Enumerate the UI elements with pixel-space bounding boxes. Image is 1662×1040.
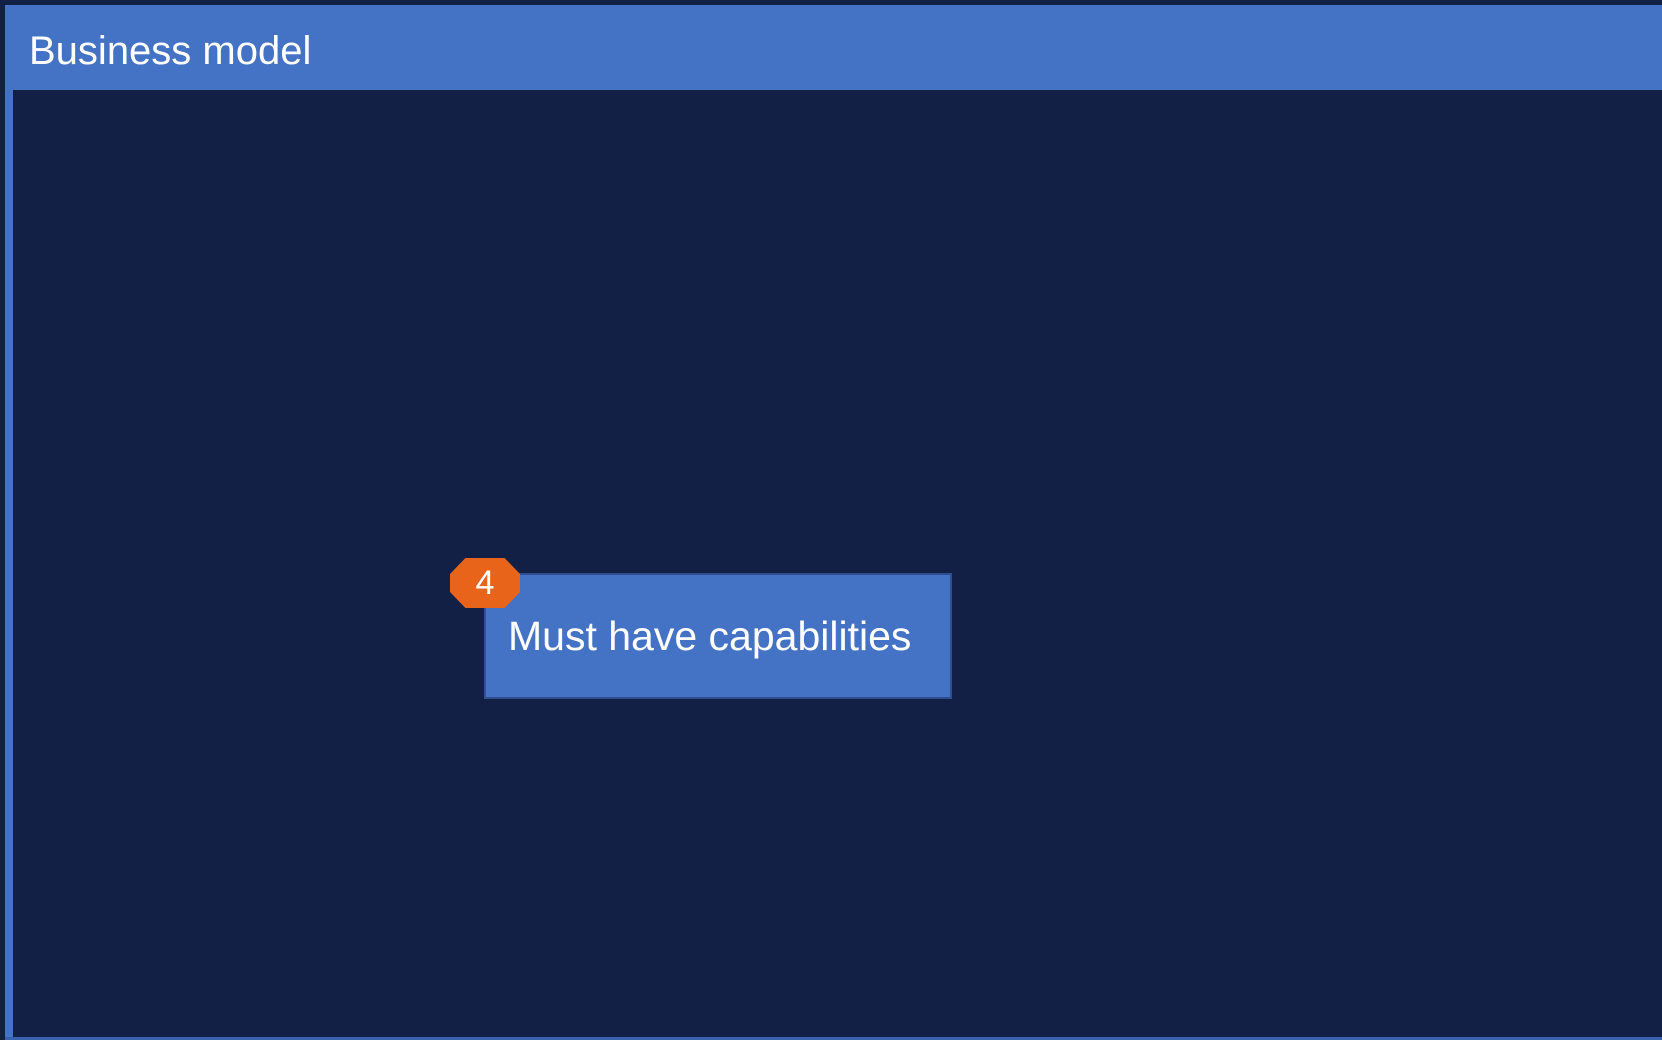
capability-node[interactable]: Must have capabilities	[484, 573, 952, 699]
page-title: Business model	[29, 29, 312, 73]
slide-canvas: Business model Must have capabilities 4	[0, 0, 1662, 1040]
header-bar: Business model	[5, 5, 1662, 90]
step-number-badge: 4	[450, 558, 520, 608]
left-accent-rule	[5, 90, 13, 1040]
capability-node-label: Must have capabilities	[508, 613, 912, 659]
step-number: 4	[475, 564, 495, 602]
